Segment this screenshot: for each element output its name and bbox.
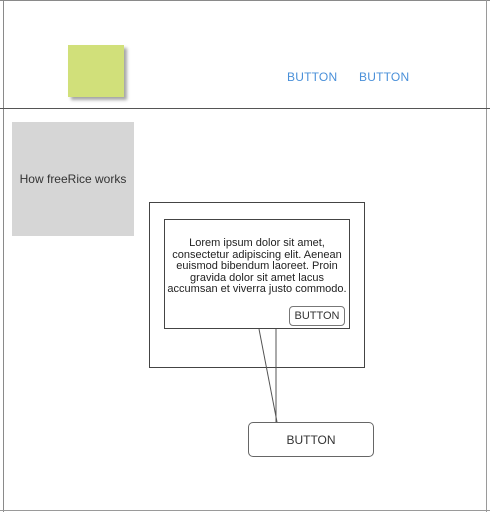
how-it-works-box[interactable]: How freeRice works	[12, 122, 134, 236]
how-it-works-label: How freeRice works	[19, 172, 127, 186]
card-text: Lorem ipsum dolor sit amet, consectetur …	[167, 237, 347, 295]
card-button-label: BUTTON	[294, 310, 340, 322]
header-divider	[0, 108, 490, 109]
nav-button-1[interactable]: BUTTON	[287, 70, 337, 84]
frame-right-border	[486, 0, 487, 512]
frame-bottom-border	[0, 510, 490, 511]
logo[interactable]	[68, 45, 124, 97]
main-button[interactable]: BUTTON	[248, 422, 374, 457]
frame-left-border	[3, 0, 4, 512]
card-button[interactable]: BUTTON	[289, 306, 345, 326]
nav-button-2[interactable]: BUTTON	[359, 70, 409, 84]
main-button-label: BUTTON	[286, 432, 336, 447]
frame-top-border	[0, 0, 490, 1]
